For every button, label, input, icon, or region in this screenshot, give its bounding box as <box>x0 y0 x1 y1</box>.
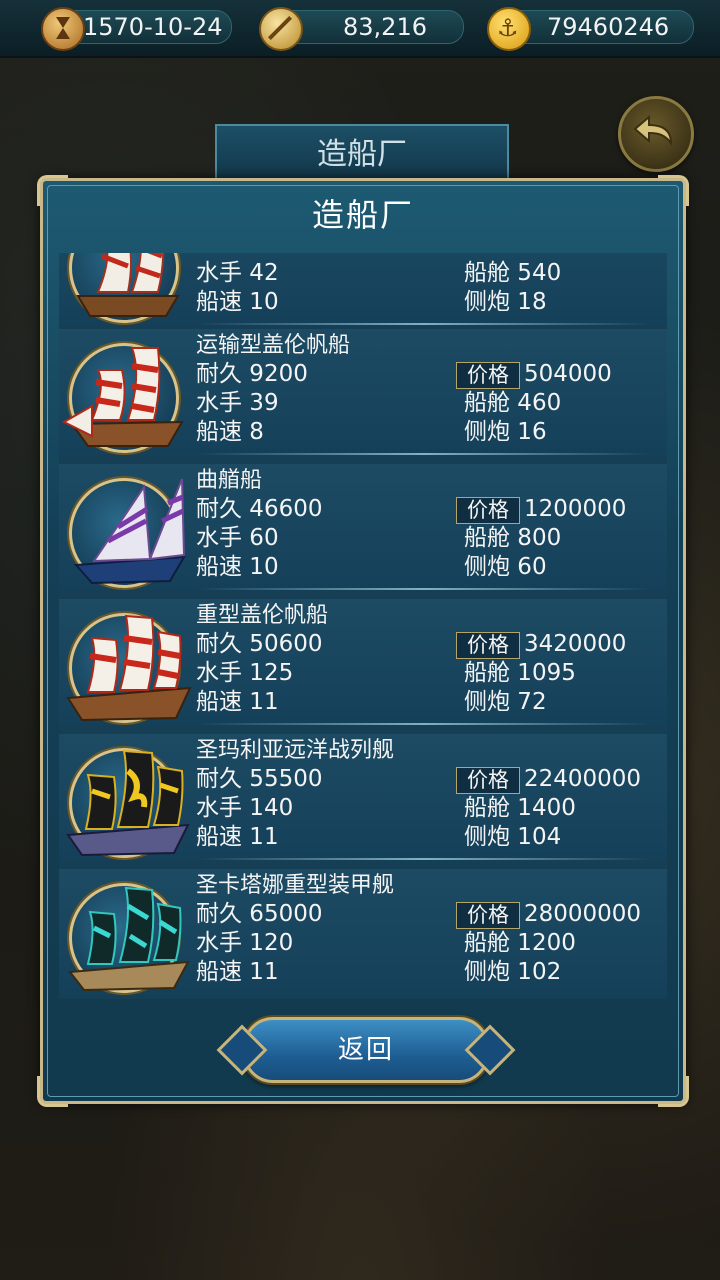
compass-icon <box>259 7 303 51</box>
ship-speed: 船速 8 <box>196 419 264 445</box>
ship-cabin: 船舱 1400 <box>464 795 576 821</box>
ship-portrait <box>66 613 192 723</box>
shipyard-dialog: 造船厂 水手 42 船速 10 船舱 540 侧炮 18 运输型盖伦帆船 耐久 … <box>37 175 689 1107</box>
dialog-corner-ornament <box>37 1076 68 1107</box>
ship-name: 运输型盖伦帆船 <box>196 333 351 358</box>
background-shipyard-tab: 造船厂 <box>215 124 509 184</box>
date-display: 1570-10-24 <box>41 7 232 51</box>
ship-portrait <box>68 883 190 993</box>
ship-speed: 船速 10 <box>196 554 279 580</box>
ship-cannons: 侧炮 18 <box>464 289 547 315</box>
dialog-title: 造船厂 <box>311 196 414 234</box>
ship-cabin: 船舱 460 <box>464 390 562 416</box>
ship-speed: 船速 10 <box>196 289 279 315</box>
ship-price: 1200000 <box>524 496 627 522</box>
row-divider <box>199 858 649 860</box>
price-label: 价格 <box>456 362 520 389</box>
ship-price: 504000 <box>524 361 612 387</box>
ship-xebec-icon <box>73 478 186 585</box>
ship-sailors: 水手 42 <box>196 260 279 286</box>
gold-value: 79460246 <box>547 13 670 41</box>
ship-row[interactable]: 曲艏船 耐久 46600 水手 60 船速 10 价格 1200000 船舱 8… <box>59 464 667 590</box>
ship-cannons: 侧炮 104 <box>464 824 562 850</box>
back-arrow-icon <box>633 114 673 147</box>
ship-name: 重型盖伦帆船 <box>196 603 329 628</box>
ship-cannons: 侧炮 60 <box>464 554 547 580</box>
ship-durability: 耐久 46600 <box>196 496 323 522</box>
ship-cabin: 船舱 1095 <box>464 660 576 686</box>
ship-battleship-icon <box>66 749 190 857</box>
ship-name: 圣玛利亚远洋战列舰 <box>196 738 395 763</box>
compass-value: 83,216 <box>343 13 427 41</box>
ship-name: 曲艏船 <box>196 468 263 493</box>
row-divider <box>199 723 649 725</box>
ship-row[interactable]: 重型盖伦帆船 耐久 50600 水手 125 船速 11 价格 3420000 … <box>59 599 667 725</box>
ship-speed: 船速 11 <box>196 824 279 850</box>
ship-portrait <box>69 253 180 323</box>
ship-cannons: 侧炮 72 <box>464 689 547 715</box>
ship-galleon-icon <box>76 253 180 317</box>
row-divider <box>199 323 649 325</box>
ship-sailors: 水手 140 <box>196 795 294 821</box>
price-label: 价格 <box>456 632 520 659</box>
ship-armored-icon <box>68 886 190 992</box>
ship-cabin: 船舱 540 <box>464 260 562 286</box>
row-divider <box>199 588 649 590</box>
ship-portrait <box>66 748 190 858</box>
compass-display: 83,216 <box>259 7 464 51</box>
ship-transport-galleon-icon <box>61 347 184 447</box>
ship-portrait <box>69 478 186 588</box>
ship-sailors: 水手 60 <box>196 525 279 551</box>
ship-durability: 耐久 9200 <box>196 361 308 387</box>
ship-cabin: 船舱 800 <box>464 525 562 551</box>
ship-cabin: 船舱 1200 <box>464 930 576 956</box>
dialog-corner-ornament <box>658 1076 689 1107</box>
ship-price: 28000000 <box>524 901 642 927</box>
ship-speed: 船速 11 <box>196 689 279 715</box>
ship-row[interactable]: 圣卡塔娜重型装甲舰 耐久 65000 水手 120 船速 11 价格 28000… <box>59 869 667 995</box>
price-label: 价格 <box>456 497 520 524</box>
return-button[interactable]: 返回 <box>243 1017 489 1083</box>
date-value: 1570-10-24 <box>83 13 223 41</box>
hourglass-icon <box>41 7 85 51</box>
ship-sailors: 水手 120 <box>196 930 294 956</box>
ship-durability: 耐久 55500 <box>196 766 323 792</box>
ship-heavy-galleon-icon <box>66 614 192 722</box>
back-button[interactable] <box>618 96 694 172</box>
price-label: 价格 <box>456 902 520 929</box>
row-divider <box>199 453 649 455</box>
top-status-bar: 1570-10-24 83,216 79460246 <box>0 0 720 58</box>
anchor-coin-icon <box>487 7 531 51</box>
ship-row[interactable]: 水手 42 船速 10 船舱 540 侧炮 18 <box>59 253 667 325</box>
price-label: 价格 <box>456 767 520 794</box>
ship-sailors: 水手 39 <box>196 390 279 416</box>
ship-durability: 耐久 50600 <box>196 631 323 657</box>
ship-speed: 船速 11 <box>196 959 279 985</box>
ship-sailors: 水手 125 <box>196 660 294 686</box>
ship-durability: 耐久 65000 <box>196 901 323 927</box>
ship-price: 3420000 <box>524 631 627 657</box>
ship-cannons: 侧炮 102 <box>464 959 562 985</box>
ship-name: 圣卡塔娜重型装甲舰 <box>196 873 395 898</box>
ship-price: 22400000 <box>524 766 642 792</box>
ship-row[interactable]: 运输型盖伦帆船 耐久 9200 水手 39 船速 8 价格 504000 船舱 … <box>59 329 667 455</box>
ship-list[interactable]: 水手 42 船速 10 船舱 540 侧炮 18 运输型盖伦帆船 耐久 9200… <box>59 253 667 999</box>
ship-cannons: 侧炮 16 <box>464 419 547 445</box>
ship-row[interactable]: 圣玛利亚远洋战列舰 耐久 55500 水手 140 船速 11 价格 22400… <box>59 734 667 860</box>
ship-portrait <box>61 343 184 453</box>
gold-display: 79460246 <box>487 7 694 51</box>
